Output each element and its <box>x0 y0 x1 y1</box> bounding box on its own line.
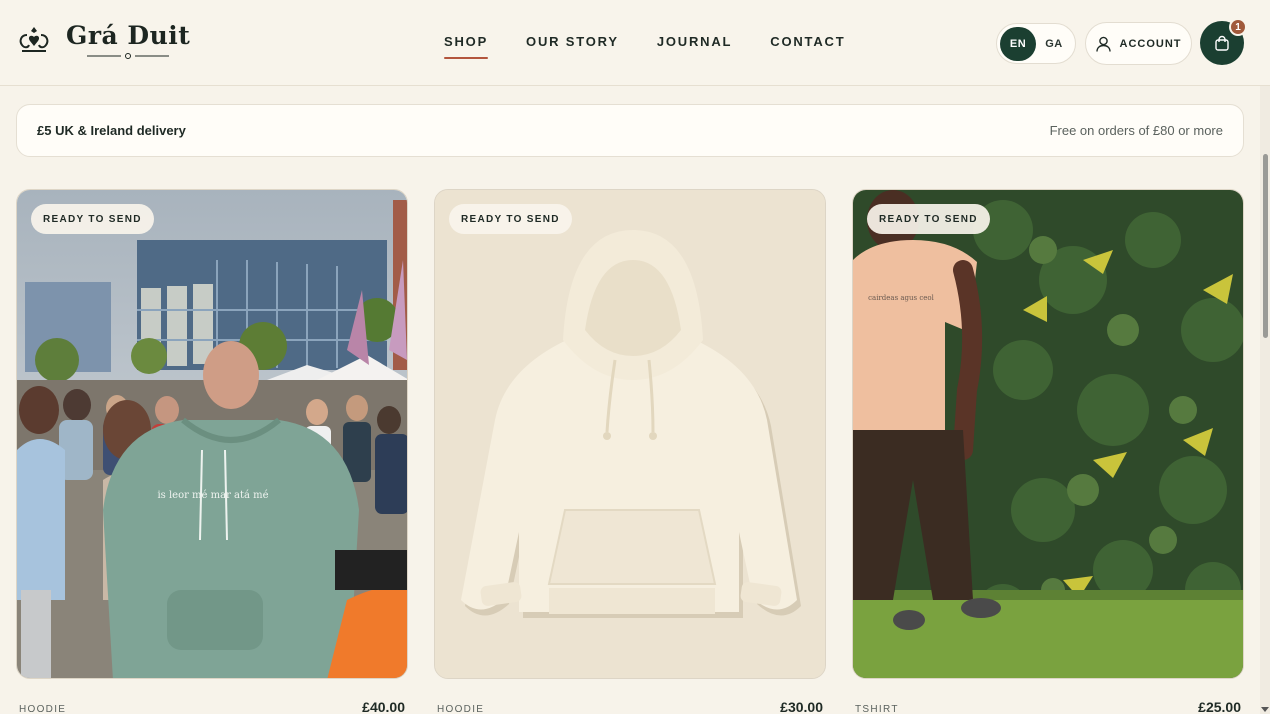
user-icon <box>1095 36 1111 52</box>
market-scene-illustration: is leor mé mar atá mé <box>17 190 407 678</box>
nav-our-story[interactable]: OUR STORY <box>526 34 619 55</box>
product-card-green-hoodie[interactable]: is leor mé mar atá mé READY TO SEND HOOD… <box>16 189 408 714</box>
hoodie-print: is leor mé mar atá mé <box>157 490 268 501</box>
main-nav: SHOP OUR STORY JOURNAL CONTACT <box>444 34 845 59</box>
lang-en-button[interactable]: EN <box>1000 26 1036 61</box>
account-label: ACCOUNT <box>1119 37 1182 50</box>
ready-to-send-badge: READY TO SEND <box>449 204 572 234</box>
nav-shop[interactable]: SHOP <box>444 34 489 59</box>
cart-button[interactable]: 1 <box>1200 18 1247 65</box>
product-category: TSHIRT <box>855 704 899 714</box>
claddagh-icon <box>19 27 49 52</box>
ready-to-send-badge: READY TO SEND <box>867 204 990 234</box>
nav-contact[interactable]: CONTACT <box>770 34 845 55</box>
product-category: HOODIE <box>437 704 485 714</box>
site-header: Grá Duit SHOP OUR STORY JOURNAL CONTACT … <box>0 0 1270 86</box>
logo-ornament <box>87 53 170 59</box>
product-card-cream-hoodie[interactable]: READY TO SEND HOODIE £30.00 <box>434 189 826 714</box>
product-card-tshirt[interactable]: cairdeas agus ceol READY TO SEND TSHIRT … <box>852 189 1244 714</box>
lang-ga-button[interactable]: GA <box>1036 27 1072 61</box>
delivery-banner: £5 UK & Ireland delivery Free on orders … <box>16 104 1244 157</box>
cart-count-badge: 1 <box>1229 18 1247 36</box>
page-scrollbar[interactable] <box>1260 86 1270 714</box>
product-price: £40.00 <box>362 699 405 714</box>
brand-name: Grá Duit <box>66 21 191 50</box>
delivery-rate: £5 UK & Ireland delivery <box>37 123 186 138</box>
product-price: £25.00 <box>1198 699 1241 714</box>
product-image[interactable]: is leor mé mar atá mé READY TO SEND <box>16 189 408 679</box>
nav-journal[interactable]: JOURNAL <box>657 34 732 55</box>
product-image[interactable]: cairdeas agus ceol READY TO SEND <box>852 189 1244 679</box>
tshirt-print: cairdeas agus ceol <box>868 294 935 302</box>
plant-wall-scene-illustration: cairdeas agus ceol <box>853 190 1243 678</box>
account-button[interactable]: ACCOUNT <box>1085 22 1192 65</box>
free-delivery-threshold: Free on orders of £80 or more <box>1049 123 1223 138</box>
product-price: £30.00 <box>780 699 823 714</box>
product-image[interactable]: READY TO SEND <box>434 189 826 679</box>
product-category: HOODIE <box>19 704 67 714</box>
scrollbar-thumb[interactable] <box>1263 154 1268 338</box>
ready-to-send-badge: READY TO SEND <box>31 204 154 234</box>
scroll-down-arrow-icon[interactable] <box>1261 707 1269 712</box>
language-switcher: EN GA <box>996 23 1076 64</box>
shopping-bag-icon <box>1215 35 1229 51</box>
cream-hoodie-illustration <box>435 190 825 678</box>
brand-logo[interactable]: Grá Duit <box>16 22 190 60</box>
